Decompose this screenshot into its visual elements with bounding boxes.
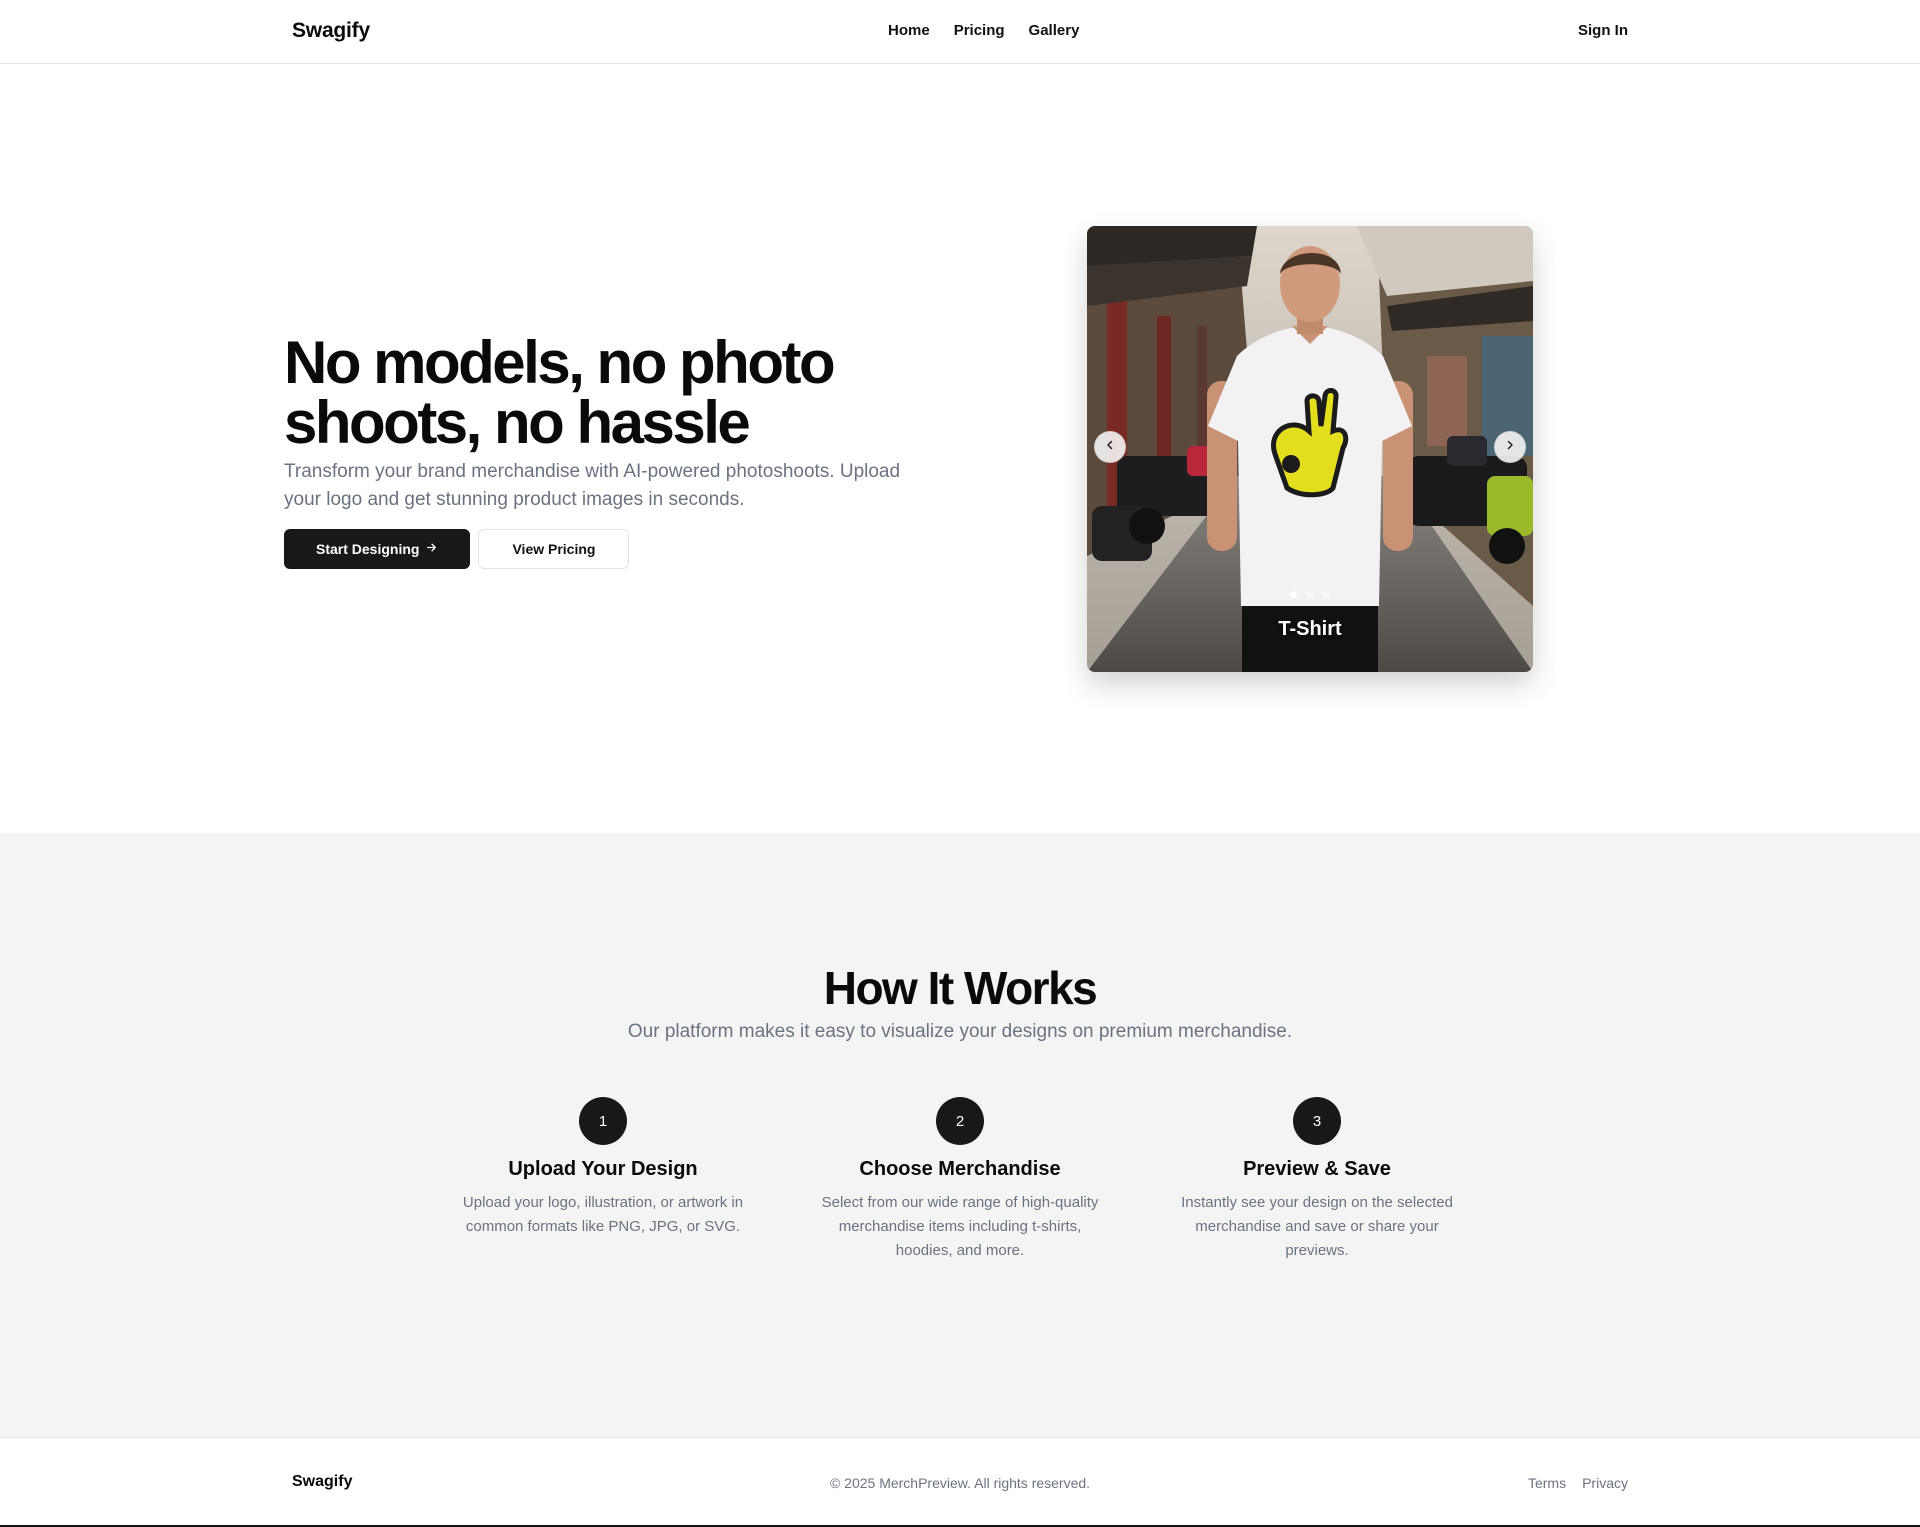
carousel-indicators: [1290, 591, 1329, 598]
main-nav: Home Pricing Gallery: [888, 22, 1079, 39]
chevron-left-icon: [1104, 438, 1116, 456]
carousel-dot-3[interactable]: [1322, 591, 1329, 598]
carousel-next-button[interactable]: [1494, 431, 1526, 463]
site-footer: Swagify © 2025 MerchPreview. All rights …: [0, 1437, 1920, 1527]
step-card-1: 1 Upload Your Design Upload your logo, i…: [448, 1097, 758, 1239]
step-card-2: 2 Choose Merchandise Select from our wid…: [805, 1097, 1115, 1263]
step-number-badge: 3: [1293, 1097, 1341, 1145]
step-title: Preview & Save: [1243, 1158, 1391, 1180]
hero-subtitle: Transform your brand merchandise with AI…: [284, 461, 901, 510]
carousel-prev-button[interactable]: [1094, 431, 1126, 463]
slide-label: T-Shirt: [1278, 618, 1342, 640]
step-description: Select from our wide range of high-quali…: [821, 1194, 1099, 1259]
footer-links: Terms Privacy: [1528, 1475, 1628, 1491]
step-number-badge: 1: [579, 1097, 627, 1145]
chevron-right-icon: [1504, 438, 1516, 456]
footer-terms-link[interactable]: Terms: [1528, 1475, 1566, 1491]
how-subtitle: Our platform makes it easy to visualize …: [627, 1021, 1293, 1042]
site-header: Swagify Home Pricing Gallery Sign In: [0, 0, 1920, 64]
start-designing-button[interactable]: Start Designing: [284, 529, 471, 569]
brand-logo[interactable]: Swagify: [292, 19, 370, 43]
nav-home[interactable]: Home: [888, 22, 930, 39]
hero-title: No models, no photo shoots, no hassle: [284, 329, 836, 456]
carousel-dot-1[interactable]: [1290, 591, 1297, 598]
hero-section: No models, no photo shoots, no hassle Tr…: [0, 65, 1920, 833]
arrow-right-icon: [425, 541, 438, 557]
nav-gallery[interactable]: Gallery: [1029, 22, 1080, 39]
product-carousel[interactable]: T-Shirt: [1087, 226, 1533, 672]
step-description: Instantly see your design on the selecte…: [1181, 1194, 1453, 1259]
step-title: Upload Your Design: [508, 1158, 698, 1180]
hero-actions: Start Designing View Pricing: [284, 529, 630, 569]
step-title: Choose Merchandise: [859, 1158, 1061, 1180]
how-title: How It Works: [823, 962, 1098, 1014]
carousel-product-image: [1087, 226, 1533, 672]
how-it-works-section: How It Works Our platform makes it easy …: [0, 833, 1920, 1437]
nav-pricing[interactable]: Pricing: [954, 22, 1005, 39]
start-designing-label: Start Designing: [316, 541, 420, 557]
step-description: Upload your logo, illustration, or artwo…: [462, 1194, 744, 1235]
footer-copyright: © 2025 MerchPreview. All rights reserved…: [829, 1475, 1091, 1491]
step-number-badge: 2: [936, 1097, 984, 1145]
carousel-dot-2[interactable]: [1306, 591, 1313, 598]
footer-privacy-link[interactable]: Privacy: [1582, 1475, 1628, 1491]
sign-in-link[interactable]: Sign In: [1578, 22, 1628, 39]
view-pricing-button[interactable]: View Pricing: [478, 529, 630, 569]
step-card-3: 3 Preview & Save Instantly see your desi…: [1162, 1097, 1472, 1263]
